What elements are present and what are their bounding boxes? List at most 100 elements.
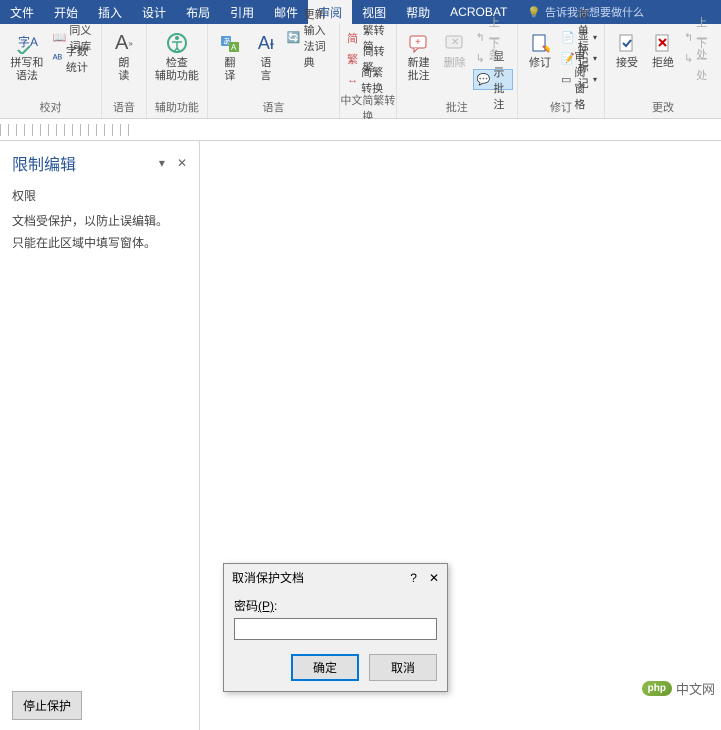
- panel-close-button[interactable]: ✕: [177, 156, 187, 170]
- ribbon: 字A 拼写和语法 📖 同义词库 ᴬᴮ 字数统计 校对 A» 朗 读: [0, 24, 721, 119]
- group-proofing: 字A 拼写和语法 📖 同义词库 ᴬᴮ 字数统计 校对: [0, 24, 102, 118]
- reject-label: 拒绝: [652, 57, 674, 70]
- track-icon: [529, 29, 551, 57]
- read-aloud-button[interactable]: A» 朗 读: [106, 27, 142, 85]
- accept-icon: [616, 29, 638, 57]
- tab-view[interactable]: 视图: [352, 0, 396, 24]
- ime-icon: 🔄: [287, 31, 301, 44]
- review-pane-dropdown[interactable]: ▭ 审阅窗格 ▾: [558, 69, 600, 90]
- cancel-button[interactable]: 取消: [369, 654, 437, 681]
- show-comments-icon: 💬: [477, 73, 491, 86]
- spelling-icon: 字A: [16, 29, 38, 57]
- svg-text:+: +: [415, 37, 421, 48]
- tab-help[interactable]: 帮助: [396, 0, 440, 24]
- panel-text-line1: 文档受保护，以防止误编辑。: [12, 212, 187, 230]
- update-ime-button[interactable]: 🔄 更新输入法词典: [284, 27, 335, 48]
- new-comment-label: 新建批注: [405, 57, 433, 83]
- group-comments: + 新建批注 ✕ 删除 ↰ 上一条 ↳ 下一条 💬 显示批注: [397, 24, 518, 118]
- group-changes-label: 更改: [605, 97, 721, 118]
- delete-comment-label: 删除: [444, 57, 466, 70]
- translate-label: 翻 译: [224, 57, 235, 83]
- track-changes-button[interactable]: 修订: [522, 27, 558, 72]
- new-comment-button[interactable]: + 新建批注: [401, 27, 437, 85]
- tab-home[interactable]: 开始: [44, 0, 88, 24]
- tell-me-label: 告诉我你想要做什么: [545, 4, 644, 20]
- show-comments-button[interactable]: 💬 显示批注: [473, 69, 513, 90]
- accessibility-label: 检查 辅助功能: [155, 57, 199, 83]
- password-input[interactable]: [234, 618, 437, 640]
- group-language: あA 翻 译 Aᵻ 语 言 🔄 更新输入法词典 语言: [208, 24, 340, 118]
- panel-options-button[interactable]: ▾: [159, 156, 165, 170]
- group-language-label: 语言: [208, 97, 339, 118]
- panel-title: 限制编辑: [12, 151, 76, 175]
- group-accessibility-label: 辅助功能: [147, 97, 207, 118]
- track-label: 修订: [529, 57, 551, 70]
- new-comment-icon: +: [408, 29, 430, 57]
- watermark-text: 中文网: [676, 679, 715, 698]
- spelling-grammar-button[interactable]: 字A 拼写和语法: [4, 27, 50, 85]
- ribbon-tabs: 文件 开始 插入 设计 布局 引用 邮件 审阅 视图 帮助 ACROBAT 💡 …: [0, 0, 721, 24]
- caret-down-icon: ▾: [593, 54, 597, 63]
- group-changes: 接受 拒绝 ↰ 上一处 ↳ 下一处 更改: [605, 24, 721, 118]
- tab-design[interactable]: 设计: [132, 0, 176, 24]
- svg-text:✕: ✕: [451, 37, 459, 48]
- check-accessibility-button[interactable]: 检查 辅助功能: [151, 27, 203, 85]
- ruler: [0, 119, 721, 141]
- next-comment-icon: ↳: [476, 52, 486, 65]
- prev-comment-icon: ↰: [476, 31, 486, 44]
- tab-mailings[interactable]: 邮件: [264, 0, 308, 24]
- tab-insert[interactable]: 插入: [88, 0, 132, 24]
- php-badge: php: [642, 681, 672, 696]
- language-icon: Aᵻ: [258, 29, 274, 57]
- read-aloud-icon: A»: [115, 29, 133, 57]
- next-change-icon: ↳: [684, 52, 693, 65]
- reject-button[interactable]: 拒绝: [645, 27, 681, 72]
- delete-comment-icon: ✕: [444, 29, 466, 57]
- ok-button[interactable]: 确定: [291, 654, 359, 681]
- lightbulb-icon: 💡: [527, 6, 541, 19]
- tab-layout[interactable]: 布局: [176, 0, 220, 24]
- tab-file[interactable]: 文件: [0, 0, 44, 24]
- password-label: 密码(P):: [234, 597, 437, 614]
- dialog-close-button[interactable]: ✕: [429, 571, 439, 585]
- reject-icon: [652, 29, 674, 57]
- accept-button[interactable]: 接受: [609, 27, 645, 72]
- spelling-label: 拼写和语法: [8, 57, 46, 83]
- accept-label: 接受: [616, 57, 638, 70]
- wordcount-label: 字数统计: [66, 43, 94, 75]
- caret-down-icon: ▾: [593, 75, 597, 84]
- thesaurus-icon: 📖: [53, 31, 67, 44]
- translate-icon: あA: [219, 29, 241, 57]
- group-tracking: 修订 📄 简单标记 ▾ 📝 显示标记 ▾ ▭ 审阅窗格 ▾: [518, 24, 605, 118]
- translate-button[interactable]: あA 翻 译: [212, 27, 248, 85]
- prev-change-icon: ↰: [684, 31, 693, 44]
- wordcount-button[interactable]: ᴬᴮ 字数统计: [50, 48, 97, 69]
- group-speech-label: 语音: [102, 97, 146, 118]
- next-change-button[interactable]: ↳ 下一处: [681, 48, 717, 69]
- accessibility-icon: [166, 29, 188, 57]
- ruler-marks: [0, 124, 130, 136]
- chinese-convert-button[interactable]: ↔ 简繁转换: [344, 69, 392, 90]
- group-tracking-label: 修订: [518, 97, 604, 118]
- language-button[interactable]: Aᵻ 语 言: [248, 27, 284, 85]
- next-change-label: 下一处: [696, 35, 714, 83]
- ime-label: 更新输入法词典: [304, 6, 332, 70]
- stop-protection-button[interactable]: 停止保护: [12, 691, 82, 720]
- tab-references[interactable]: 引用: [220, 0, 264, 24]
- panel-section-title: 权限: [12, 187, 187, 204]
- dialog-help-button[interactable]: ?: [410, 571, 417, 585]
- group-accessibility: 检查 辅助功能 辅助功能: [147, 24, 208, 118]
- wordcount-icon: ᴬᴮ: [53, 53, 63, 65]
- delete-comment-button[interactable]: ✕ 删除: [437, 27, 473, 72]
- unprotect-dialog: 取消保护文档 ? ✕ 密码(P): 确定 取消: [223, 563, 448, 692]
- dialog-title: 取消保护文档: [232, 569, 304, 586]
- panel-text-line2: 只能在此区域中填写窗体。: [12, 234, 187, 252]
- svg-text:A: A: [231, 43, 237, 52]
- convert-icon: ↔: [347, 74, 358, 86]
- display-icon: 📄: [561, 31, 575, 44]
- restrict-editing-panel: 限制编辑 ▾ ✕ 权限 文档受保护，以防止误编辑。 只能在此区域中填写窗体。 停…: [0, 141, 200, 730]
- read-aloud-label: 朗 读: [118, 57, 129, 83]
- simp-icon: 简: [347, 30, 360, 46]
- caret-down-icon: ▾: [593, 33, 597, 42]
- group-proofing-label: 校对: [0, 97, 101, 118]
